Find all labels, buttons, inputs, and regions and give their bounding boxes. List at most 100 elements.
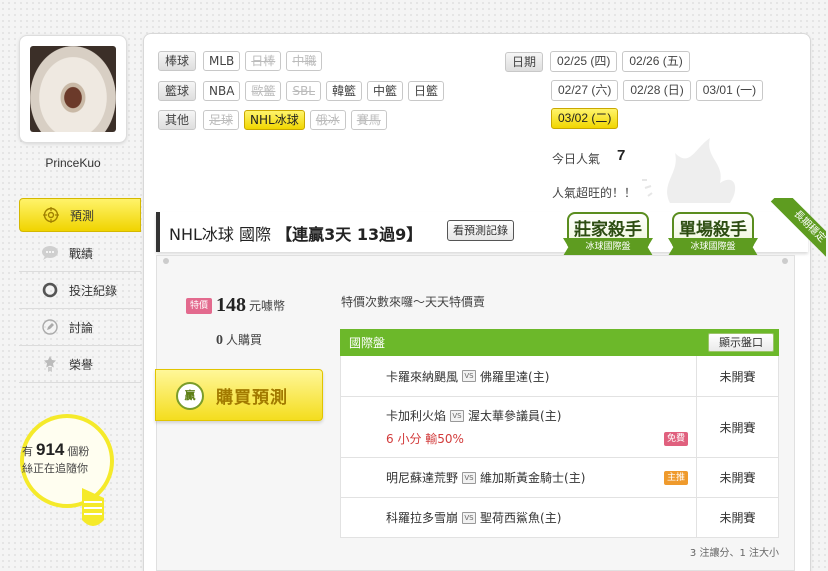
filter-row-basketball: 籃球 NBA 歐籃 SBL 韓籃 中籃 日籃 bbox=[158, 81, 449, 101]
pin-dot bbox=[163, 258, 169, 264]
vs-icon: VS bbox=[462, 511, 477, 524]
chat-icon bbox=[41, 244, 59, 262]
tag-cpbl: 中職 bbox=[286, 51, 323, 71]
match-row[interactable]: 卡加利火焰 VS 渥太華參議員(主) 6 小分 輸50% 免費 未開賽 bbox=[340, 397, 779, 458]
filter-row-baseball: 棒球 MLB 日棒 中職 bbox=[158, 51, 327, 71]
nav-item-record[interactable]: 戰績 bbox=[19, 235, 141, 272]
match-teams: 明尼蘇達荒野 VS 維加斯黃金騎士(主) bbox=[386, 471, 586, 485]
avatar-photo bbox=[30, 46, 116, 132]
pin-dot bbox=[782, 258, 788, 264]
price-area: 特價 148 元噱幣 bbox=[186, 294, 285, 317]
tag-khl: 俄冰 bbox=[309, 110, 346, 130]
match-table-header: 國際盤 顯示盤口 bbox=[340, 329, 779, 356]
vs-icon: VS bbox=[462, 471, 477, 484]
date-row-1: 日期 02/25 (四) 02/26 (五) bbox=[505, 51, 695, 72]
free-badge: 免費 bbox=[663, 432, 688, 446]
match-status: 未開賽 bbox=[696, 356, 778, 396]
filter-row-other: 其他 足球 NHL冰球 俄冰 賽馬 bbox=[158, 110, 392, 130]
tag-horse-racing: 賽馬 bbox=[350, 110, 387, 130]
match-row[interactable]: 卡羅來納颶風 VS 佛羅里達(主) 未開賽 bbox=[340, 356, 779, 397]
popularity-label: 今日人氣 bbox=[552, 152, 601, 166]
special-price-tag: 特價 bbox=[186, 297, 212, 314]
username[interactable]: PrinceKuo bbox=[19, 156, 127, 170]
badge-subtitle: 冰球國際盤 bbox=[563, 238, 653, 256]
match-row[interactable]: 明尼蘇達荒野 VS 維加斯黃金騎士(主) 主推 未開賽 bbox=[340, 458, 779, 498]
tag-sbl: SBL bbox=[286, 81, 321, 101]
nav-label: 戰績 bbox=[69, 246, 94, 261]
dealer-killer-badge: 莊家殺手 冰球國際盤 bbox=[563, 212, 653, 260]
followers-line1: 有 914 個粉 bbox=[22, 440, 90, 459]
pencil-icon bbox=[41, 318, 59, 336]
date-0227[interactable]: 02/27 (六) bbox=[551, 80, 619, 101]
match-cell: 卡羅來納颶風 VS 佛羅里達(主) bbox=[341, 356, 696, 396]
vs-icon: VS bbox=[462, 370, 477, 382]
popularity-value: 7 bbox=[617, 147, 626, 164]
pick-summary: 3 注讓分、1 注大小 bbox=[689, 548, 779, 559]
category-label: 其他 bbox=[158, 110, 197, 130]
medal-icon bbox=[41, 355, 59, 373]
tag-soccer: 足球 bbox=[203, 110, 240, 130]
single-game-killer-badge: 單場殺手 冰球國際盤 bbox=[668, 212, 758, 260]
flame-decoration-icon bbox=[642, 138, 736, 203]
nav-label: 投注紀錄 bbox=[69, 283, 118, 298]
match-cell: 卡加利火焰 VS 渥太華參議員(主) 6 小分 輸50% 免費 bbox=[341, 397, 696, 457]
view-history-button[interactable]: 看預測記錄 bbox=[447, 220, 514, 241]
show-odds-button[interactable]: 顯示盤口 bbox=[708, 333, 774, 352]
buy-label: 購買預測 bbox=[216, 388, 288, 408]
win-icon: 贏 bbox=[176, 382, 204, 410]
buyers-count: 0 人購買 bbox=[216, 333, 263, 348]
tag-korea-basketball[interactable]: 韓籃 bbox=[326, 81, 363, 101]
match-status: 未開賽 bbox=[696, 397, 778, 457]
popularity-note: 人氣超旺的！！ bbox=[552, 186, 637, 200]
nav-item-bet-history[interactable]: 投注紀錄 bbox=[19, 272, 141, 309]
match-cell: 科羅拉多雪崩 VS 聖荷西鯊魚(主) bbox=[341, 498, 696, 537]
tag-euro-basketball: 歐籃 bbox=[245, 81, 282, 101]
followers-line2: 絲正在追隨你 bbox=[22, 462, 88, 475]
date-label: 日期 bbox=[505, 51, 544, 72]
category-label: 棒球 bbox=[158, 51, 197, 71]
nav-label: 榮譽 bbox=[69, 357, 94, 372]
nav-label: 預測 bbox=[70, 208, 95, 223]
promo-text: 特價次數來囉～天天特價賣 bbox=[341, 295, 486, 309]
nav-item-honor[interactable]: 榮譽 bbox=[19, 346, 141, 383]
tag-mlb[interactable]: MLB bbox=[203, 51, 241, 71]
match-status: 未開賽 bbox=[696, 498, 778, 537]
tag-japan-basketball[interactable]: 日籃 bbox=[408, 81, 445, 101]
badge-subtitle: 冰球國際盤 bbox=[668, 238, 758, 256]
avatar[interactable] bbox=[19, 35, 127, 143]
tag-nhl[interactable]: NHL冰球 bbox=[244, 110, 305, 130]
match-cell: 明尼蘇達荒野 VS 維加斯黃金騎士(主) 主推 bbox=[341, 458, 696, 497]
price-unit: 元噱幣 bbox=[249, 299, 286, 313]
date-row-3: 03/02 (二) bbox=[551, 108, 623, 129]
nav-item-predict[interactable]: 預測 bbox=[19, 198, 141, 232]
date-0301[interactable]: 03/01 (一) bbox=[695, 80, 764, 101]
pick-detail: 6 小分 輸50% bbox=[386, 432, 464, 446]
date-0302[interactable]: 03/02 (二) bbox=[551, 108, 619, 129]
tag-nba[interactable]: NBA bbox=[203, 81, 241, 101]
date-0225[interactable]: 02/25 (四) bbox=[550, 51, 618, 72]
left-nav: 預測 戰績 投注紀錄 討論 榮譽 bbox=[19, 198, 141, 383]
ring-icon bbox=[41, 281, 59, 299]
match-teams: 卡羅來納颶風 VS 佛羅里達(主) bbox=[386, 369, 550, 384]
tag-npb: 日棒 bbox=[245, 51, 282, 71]
bulb-base-icon bbox=[82, 488, 104, 526]
match-row[interactable]: 科羅拉多雪崩 VS 聖荷西鯊魚(主) 未開賽 bbox=[340, 498, 779, 538]
category-label: 籃球 bbox=[158, 81, 197, 101]
vs-icon: VS bbox=[450, 409, 465, 422]
nav-label: 討論 bbox=[69, 320, 94, 335]
featured-badge: 主推 bbox=[663, 470, 688, 485]
tag-china-basketball[interactable]: 中籃 bbox=[367, 81, 404, 101]
price-value: 148 bbox=[216, 294, 246, 316]
market-title: 國際盤 bbox=[349, 336, 386, 350]
buy-prediction-button[interactable]: 贏 購買預測 bbox=[155, 369, 323, 421]
match-table: 國際盤 顯示盤口 卡羅來納颶風 VS 佛羅里達(主) 未開賽 卡加利火焰 VS 渥太華參… bbox=[340, 329, 779, 538]
target-icon bbox=[42, 206, 60, 224]
followers-bulb: 有 914 個粉 絲正在追隨你 bbox=[12, 410, 122, 530]
date-0228[interactable]: 02/28 (日) bbox=[623, 80, 691, 101]
date-row-2: 02/27 (六) 02/28 (日) 03/01 (一) bbox=[551, 80, 768, 101]
prediction-title: NHL冰球 國際 【連贏3天 13過9】 bbox=[169, 225, 423, 244]
date-0226[interactable]: 02/26 (五) bbox=[622, 51, 690, 72]
nav-item-discuss[interactable]: 討論 bbox=[19, 309, 141, 346]
match-teams: 卡加利火焰 VS 渥太華參議員(主) bbox=[386, 409, 562, 423]
match-status: 未開賽 bbox=[696, 458, 778, 497]
